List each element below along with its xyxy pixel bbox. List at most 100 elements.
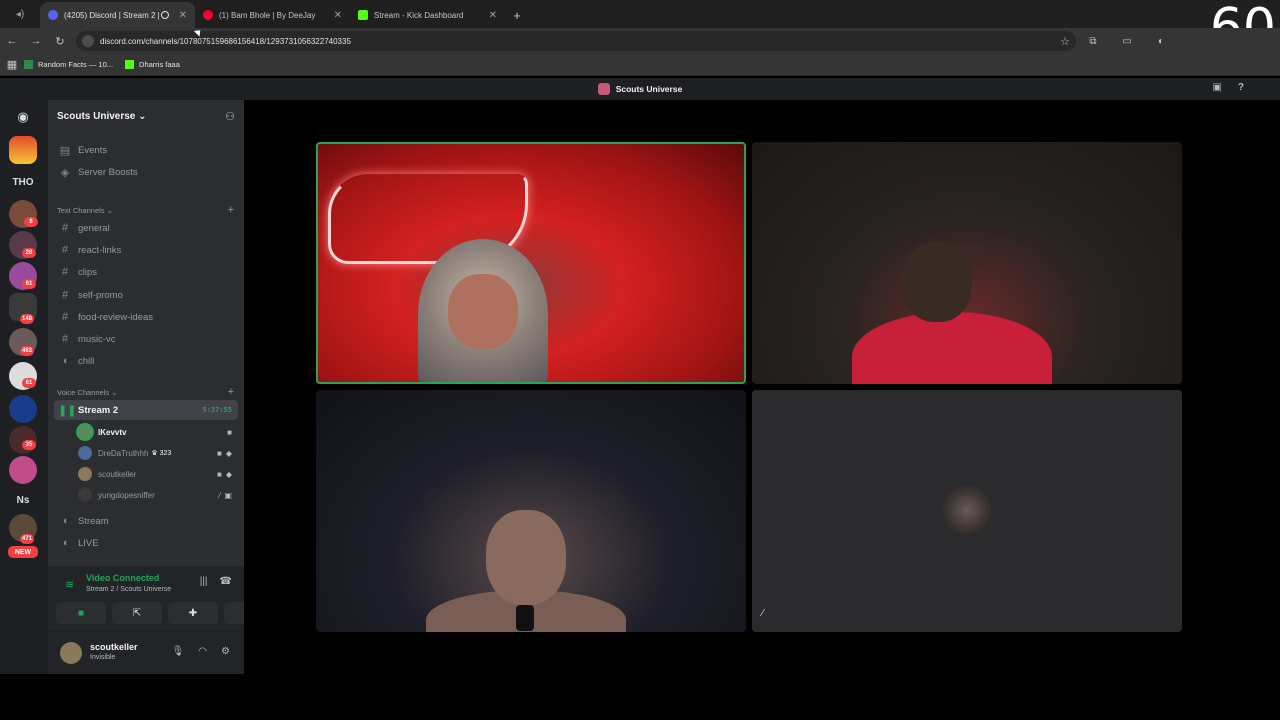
server-header[interactable]: Scouts Universe ⌄ ⚇ <box>48 100 244 132</box>
channel-general[interactable]: # general <box>54 218 238 238</box>
server-icon[interactable] <box>9 456 37 484</box>
voice-connection-panel: ≋ Video Connected Stream 2 / Scouts Univ… <box>48 566 274 632</box>
chevron-down-icon: ⌄ <box>106 205 113 215</box>
speaker-icon: ◖ <box>61 537 69 549</box>
category-text-channels[interactable]: Text Channels ⌄ + <box>54 203 238 217</box>
hash-icon: # <box>61 244 69 256</box>
server-icon[interactable] <box>9 136 37 164</box>
site-info-icon[interactable] <box>82 35 94 47</box>
kick-favicon-icon <box>358 10 368 20</box>
cast-icon[interactable]: ▭ <box>1110 28 1144 54</box>
avatar <box>78 467 92 481</box>
video-tile[interactable] <box>316 390 746 632</box>
noise-suppression-icon[interactable]: ||| <box>200 576 208 587</box>
new-tab-button[interactable]: + <box>505 2 529 28</box>
hash-icon: # <box>61 266 69 278</box>
disconnect-icon[interactable]: ☎ <box>220 576 232 587</box>
tab-audio-icon[interactable]: ◂) <box>0 0 40 28</box>
tab-youtube[interactable]: (1) Bam Bhole | By DeeJay ✕ <box>195 2 350 28</box>
back-icon[interactable]: ← <box>0 28 24 54</box>
video-stage: ⁄ <box>244 100 1280 674</box>
kick-favicon-icon <box>125 60 135 69</box>
user-name[interactable]: scoutkeller <box>90 642 138 652</box>
boost-count-value: 323 <box>159 450 172 457</box>
video-tile-speaking[interactable] <box>316 142 746 384</box>
bookmarks-bar: ▦ Random Facts — 10... Dharris faaa <box>0 54 1280 76</box>
participant-video <box>852 312 1052 384</box>
events-item[interactable]: ▤ Events <box>54 140 238 160</box>
channel-self-promo[interactable]: # self-promo <box>54 285 238 305</box>
browser-tabbar: ◂) (4205) Discord | Stream 2 | S ✕ (1) B… <box>0 0 1280 28</box>
forward-icon[interactable]: → <box>24 28 48 54</box>
video-tile-avatar-only[interactable]: ⁄ <box>752 390 1182 632</box>
mention-badge: 148 <box>20 314 35 324</box>
signal-icon[interactable]: ≋ <box>65 578 74 591</box>
help-icon[interactable]: ? <box>1238 82 1244 93</box>
server-folder[interactable]: THO <box>9 168 37 196</box>
new-badge: NEW <box>8 546 38 558</box>
voice-status[interactable]: Video Connected <box>86 573 159 583</box>
mention-badge: 471 <box>20 534 35 544</box>
channel-label: music-vc <box>78 333 116 345</box>
create-channel-icon[interactable]: + <box>228 386 234 398</box>
hash-icon: # <box>61 222 69 234</box>
screen-share-button[interactable]: ⇱ <box>112 602 162 624</box>
profile-icon[interactable]: ◐ <box>1144 28 1178 54</box>
invite-people-icon[interactable]: ⚇ <box>225 110 235 123</box>
bookmark-item[interactable]: Random Facts — 10... <box>24 60 113 69</box>
activity-icon: ◆ <box>225 469 232 479</box>
camera-button[interactable]: ■ <box>56 602 106 624</box>
create-channel-icon[interactable]: + <box>228 204 234 216</box>
server-boosts-item[interactable]: ◈ Server Boosts <box>54 162 238 182</box>
mic-muted-icon: ⁄ <box>762 608 764 619</box>
voice-user[interactable]: lKevvtv ■ <box>78 422 236 442</box>
tab-kick[interactable]: Stream - Kick Dashboard ✕ <box>350 2 505 28</box>
chevron-down-icon: ⌄ <box>138 110 147 122</box>
channel-chill[interactable]: ◖ chill <box>54 351 238 371</box>
gear-icon[interactable]: ⚙ <box>221 646 230 657</box>
server-icon[interactable] <box>9 395 37 423</box>
server-folder[interactable]: Ns <box>9 486 37 514</box>
avatar <box>943 486 991 534</box>
voice-location[interactable]: Stream 2 / Scouts Universe <box>86 586 171 593</box>
voice-user[interactable]: yungdopesniffer ⁄ ▣ <box>78 485 236 505</box>
voice-channel-stream[interactable]: ◖ Stream <box>54 511 238 531</box>
inbox-icon[interactable]: ▣ <box>1212 82 1221 93</box>
video-tile[interactable] <box>752 142 1182 384</box>
bookmark-star-icon[interactable]: ☆ <box>1060 35 1070 48</box>
discord-home-icon[interactable]: ◉ <box>9 103 37 131</box>
reload-icon[interactable]: ↻ <box>48 28 72 54</box>
tab-label: Stream - Kick Dashboard <box>374 10 464 20</box>
category-label: Voice Channels <box>57 387 110 397</box>
mention-badge: 28 <box>22 248 36 258</box>
avatar <box>78 488 92 502</box>
headphones-icon[interactable]: ◠ <box>198 646 207 657</box>
microphone-icon[interactable]: 🎙 <box>172 646 185 657</box>
boost-gem-icon: ◈ <box>60 166 70 179</box>
channel-react-links[interactable]: # react-links <box>54 240 238 260</box>
category-voice-channels[interactable]: Voice Channels ⌄ + <box>54 385 238 399</box>
channel-clips[interactable]: # clips <box>54 262 238 282</box>
channel-food-review-ideas[interactable]: # food-review-ideas <box>54 307 238 327</box>
close-icon[interactable]: ✕ <box>334 10 342 21</box>
close-icon[interactable]: ✕ <box>489 10 497 21</box>
chevron-down-icon: ⌄ <box>111 387 118 397</box>
avatar[interactable] <box>60 642 82 664</box>
voice-channel-stream-2[interactable]: ❚❚ Stream 2 5:37:55 <box>54 400 238 420</box>
voice-channel-live[interactable]: ◖ LIVE <box>54 533 238 553</box>
bookmark-label: Random Facts — 10... <box>38 60 114 69</box>
user-status: Invisible <box>90 654 116 661</box>
tab-discord[interactable]: (4205) Discord | Stream 2 | S ✕ <box>40 2 195 28</box>
apps-grid-icon[interactable]: ▦ <box>0 52 24 78</box>
channel-music-vc[interactable]: # music-vc <box>54 329 238 349</box>
activities-button[interactable]: ✚ <box>168 602 218 624</box>
bookmark-item[interactable]: Dharris faaa <box>125 60 180 69</box>
voice-user-name: scoutkeller <box>98 469 137 479</box>
url-field[interactable]: discord.com/channels/1078075159686156418… <box>76 31 1076 51</box>
server-icon <box>597 83 610 95</box>
close-icon[interactable]: ✕ <box>179 10 187 21</box>
voice-user[interactable]: scoutkeller ■ ◆ <box>78 464 236 484</box>
voice-user[interactable]: DreDaTruthhh ♛ 323 ■ ◆ <box>78 443 236 463</box>
activity-icon: ◆ <box>225 448 232 458</box>
extensions-icon[interactable]: ⧉ <box>1076 28 1110 54</box>
